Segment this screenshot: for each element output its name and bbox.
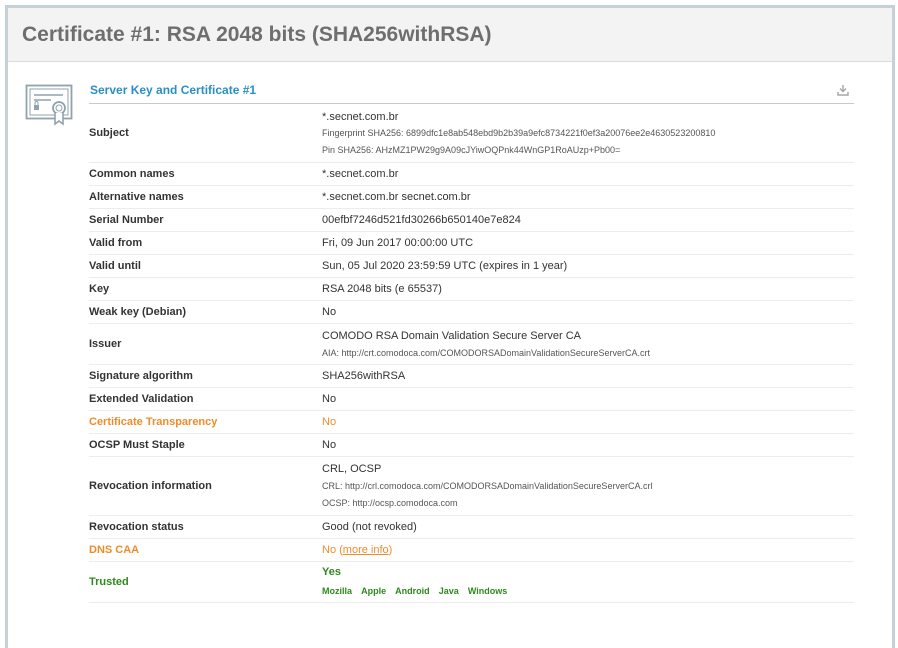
trust-store-list: Mozilla Apple Android Java Windows (322, 585, 513, 597)
section-header: Server Key and Certificate #1 (89, 77, 854, 104)
trust-store-android: Android (395, 586, 430, 596)
weak-key-label: Weak key (Debian) (89, 300, 322, 324)
issuer-aia: AIA: http://crt.comodoca.com/COMODORSADo… (322, 347, 650, 358)
common-names-value: *.secnet.com.br (322, 162, 854, 186)
trust-store-windows: Windows (467, 586, 508, 596)
section-title: Server Key and Certificate #1 (90, 82, 257, 97)
page-title: Certificate #1: RSA 2048 bits (SHA256wit… (22, 22, 492, 46)
dns-caa-paren-close: ) (388, 543, 393, 556)
issuer-name: COMODO RSA Domain Validation Secure Serv… (322, 329, 581, 342)
key-value: RSA 2048 bits (e 65537) (322, 277, 854, 301)
key-label: Key (89, 277, 322, 301)
trusted-status: Yes (322, 566, 341, 578)
row-issuer: Issuer COMODO RSA Domain Validation Secu… (89, 323, 854, 365)
certificate-icon (25, 84, 73, 126)
trusted-label: Trusted (89, 561, 322, 603)
revocation-ocsp: OCSP: http://ocsp.comodoca.com (322, 498, 458, 508)
valid-until-label: Valid until (89, 254, 322, 278)
ct-value: No (322, 410, 854, 434)
trust-store-java: Java (438, 586, 459, 596)
sig-alg-value: SHA256withRSA (322, 364, 854, 388)
issuer-value: COMODO RSA Domain Validation Secure Serv… (322, 323, 854, 365)
sig-alg-label: Signature algorithm (89, 364, 322, 388)
row-ocsp-must-staple: OCSP Must Staple No (89, 433, 854, 457)
subject-value: *.secnet.com.br Fingerprint SHA256: 6899… (322, 104, 854, 163)
subject-cn: *.secnet.com.br (322, 110, 399, 123)
subject-pin: Pin SHA256: AHzMZ1PW29g9A09cJYiwOQPnk44W… (322, 144, 621, 155)
row-weak-key: Weak key (Debian) No (89, 300, 854, 324)
row-extended-validation: Extended Validation No (89, 387, 854, 411)
ct-label: Certificate Transparency (89, 410, 322, 434)
more-info-link[interactable]: more info (343, 544, 389, 556)
row-trusted: Trusted Yes Mozilla Apple Android Java W… (89, 561, 854, 603)
trusted-value: Yes Mozilla Apple Android Java Windows (322, 561, 854, 603)
dns-caa-label: DNS CAA (89, 538, 322, 562)
certificate-panel: Certificate #1: RSA 2048 bits (SHA256wit… (5, 5, 895, 648)
dns-caa-status: No (322, 543, 337, 556)
row-serial: Serial Number 00efbf7246d521fd30266b6501… (89, 208, 854, 232)
certificate-details-table: Subject *.secnet.com.br Fingerprint SHA2… (89, 104, 854, 603)
row-revocation-status: Revocation status Good (not revoked) (89, 515, 854, 539)
trust-store-apple: Apple (361, 586, 387, 596)
download-icon[interactable] (836, 83, 850, 97)
ev-label: Extended Validation (89, 387, 322, 411)
row-revocation-information: Revocation information CRL, OCSP CRL: ht… (89, 456, 854, 516)
trust-store-mozilla: Mozilla (322, 586, 353, 596)
common-names-label: Common names (89, 162, 322, 186)
weak-key-value: No (322, 300, 854, 324)
alt-names-value: *.secnet.com.br secnet.com.br (322, 185, 854, 209)
revocation-status-value: Good (not revoked) (322, 515, 854, 539)
subject-fingerprint: Fingerprint SHA256: 6899dfc1e8ab548ebd9b… (322, 127, 716, 138)
alt-names-label: Alternative names (89, 185, 322, 209)
revocation-status-label: Revocation status (89, 515, 322, 539)
dns-caa-value: No (more info) (322, 538, 854, 562)
revocation-crl: CRL: http://crl.comodoca.com/COMODORSADo… (322, 481, 653, 491)
revocation-info-value: CRL, OCSP CRL: http://crl.comodoca.com/C… (322, 456, 854, 516)
subject-label: Subject (89, 104, 322, 163)
certificate-header: Certificate #1: RSA 2048 bits (SHA256wit… (8, 8, 892, 62)
row-subject: Subject *.secnet.com.br Fingerprint SHA2… (89, 104, 854, 163)
valid-from-label: Valid from (89, 231, 322, 255)
ocsp-staple-label: OCSP Must Staple (89, 433, 322, 457)
serial-value: 00efbf7246d521fd30266b650140e7e824 (322, 208, 854, 232)
row-signature-algorithm: Signature algorithm SHA256withRSA (89, 364, 854, 388)
row-dns-caa: DNS CAA No (more info) (89, 538, 854, 562)
row-valid-until: Valid until Sun, 05 Jul 2020 23:59:59 UT… (89, 254, 854, 278)
issuer-label: Issuer (89, 323, 322, 365)
revocation-info-label: Revocation information (89, 456, 322, 516)
row-common-names: Common names *.secnet.com.br (89, 162, 854, 186)
ocsp-staple-value: No (322, 433, 854, 457)
row-key: Key RSA 2048 bits (e 65537) (89, 277, 854, 301)
valid-from-value: Fri, 09 Jun 2017 00:00:00 UTC (322, 231, 854, 255)
valid-until-value: Sun, 05 Jul 2020 23:59:59 UTC (expires i… (322, 254, 854, 278)
serial-label: Serial Number (89, 208, 322, 232)
ev-value: No (322, 387, 854, 411)
row-certificate-transparency: Certificate Transparency No (89, 410, 854, 434)
row-valid-from: Valid from Fri, 09 Jun 2017 00:00:00 UTC (89, 231, 854, 255)
revocation-methods: CRL, OCSP (322, 463, 382, 475)
row-alt-names: Alternative names *.secnet.com.br secnet… (89, 185, 854, 209)
